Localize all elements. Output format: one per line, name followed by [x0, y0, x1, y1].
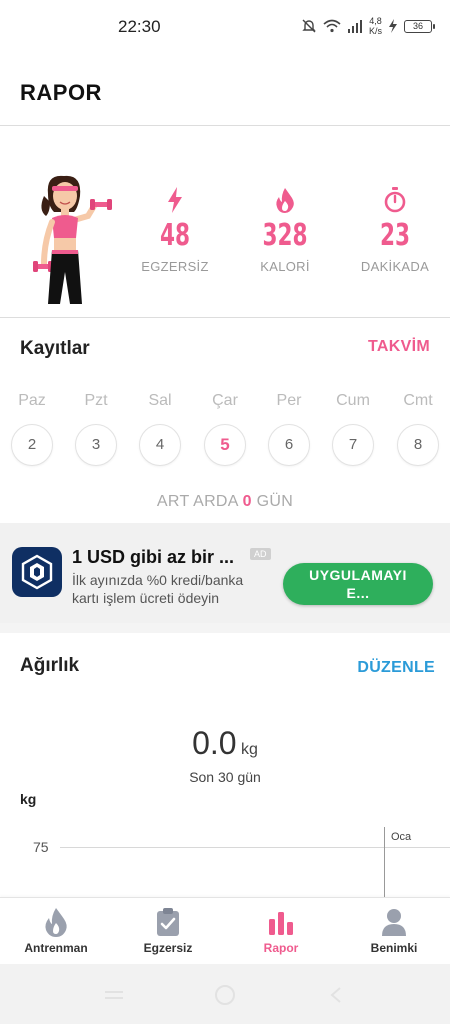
- home-icon[interactable]: [214, 984, 236, 1006]
- day-item[interactable]: Pzt 3: [74, 392, 118, 466]
- stat-calorie: 328 KALORİ: [235, 186, 335, 274]
- nav-label: Antrenman: [24, 941, 88, 955]
- bar-chart-icon: [269, 912, 293, 935]
- day-name: Pzt: [84, 392, 108, 409]
- signal-icon: [347, 20, 362, 33]
- streak-prefix: ART ARDA: [156, 493, 238, 510]
- streak-count: 0: [242, 493, 252, 510]
- fire-icon: [45, 908, 67, 937]
- wifi-icon: [323, 19, 341, 33]
- person-icon: [382, 909, 406, 936]
- nav-label: Rapor: [263, 941, 299, 955]
- edit-weight-button[interactable]: DÜZENLE: [357, 659, 435, 677]
- day-item[interactable]: Sal 4: [138, 392, 182, 466]
- day-name: Cum: [336, 392, 370, 409]
- weight-section: Ağırlık DÜZENLE 0.0 kg Son 30 gün kg 75 …: [0, 623, 450, 907]
- stat-calorie-label: KALORİ: [260, 259, 310, 274]
- streak-text: ART ARDA 0 GÜN: [0, 493, 450, 511]
- stat-calorie-value: 328: [262, 218, 308, 253]
- back-icon[interactable]: [328, 986, 344, 1004]
- day-item[interactable]: Per 6: [267, 392, 311, 466]
- day-name: Paz: [18, 392, 46, 409]
- speed-value: 4,8: [369, 16, 382, 26]
- chart-y-tick: 75: [33, 839, 49, 855]
- ad-install-button[interactable]: UYGULAMAYI E...: [283, 563, 433, 605]
- battery-icon: 36: [404, 19, 435, 33]
- nav-item-profile[interactable]: Benimki: [338, 906, 450, 955]
- status-icons: 4,8 K/s 36: [301, 16, 435, 36]
- stat-exercise-label: EGZERSİZ: [141, 259, 209, 274]
- bottom-navigation: Antrenman Egzersiz Rapor Benimki: [0, 897, 450, 964]
- status-bar: 22:30 4,8 K/s 36: [0, 0, 450, 56]
- nav-item-exercise[interactable]: Egzersiz: [112, 906, 224, 955]
- stat-minutes-value: 23: [379, 218, 411, 253]
- nav-label: Benimki: [370, 941, 418, 955]
- records-section: Kayıtlar TAKVİM Paz 2 Pzt 3 Sal 4 Çar 5 …: [0, 318, 450, 523]
- ad-headline[interactable]: 1 USD gibi az bir ...: [72, 547, 234, 568]
- nav-item-report[interactable]: Rapor: [225, 906, 337, 955]
- day-name: Çar: [212, 392, 238, 409]
- ad-banner[interactable]: 1 USD gibi az bir ... AD İlk ayınızda %0…: [0, 523, 450, 623]
- weight-unit: kg: [241, 741, 258, 758]
- status-time: 22:30: [118, 17, 161, 36]
- flame-icon: [276, 188, 294, 213]
- weight-value: 0.0: [192, 725, 237, 761]
- bell-off-icon: [302, 19, 316, 33]
- chart-y-unit: kg: [20, 791, 37, 807]
- menu-icon[interactable]: [103, 988, 125, 1002]
- day-circle[interactable]: 5: [204, 424, 246, 466]
- app-bar: RAPOR: [0, 56, 450, 126]
- day-circle[interactable]: 6: [268, 424, 310, 466]
- streak-suffix: GÜN: [256, 493, 294, 510]
- clipboard-icon: [157, 908, 179, 936]
- day-name: Cmt: [403, 392, 433, 409]
- ad-badge: AD: [250, 548, 271, 560]
- crypto-logo-icon: [21, 554, 53, 590]
- weight-period: Son 30 gün: [189, 769, 261, 785]
- chart-date-marker: [384, 827, 385, 907]
- stat-exercise-value: 48: [159, 218, 191, 253]
- nav-item-training[interactable]: Antrenman: [0, 906, 112, 955]
- day-circle[interactable]: 4: [139, 424, 181, 466]
- system-navigation-bar: [0, 964, 450, 1024]
- bolt-icon: [168, 187, 182, 213]
- day-item[interactable]: Cmt 8: [396, 392, 440, 466]
- stopwatch-icon: [384, 187, 406, 213]
- weight-title: Ağırlık: [20, 655, 80, 676]
- day-name: Per: [276, 392, 302, 409]
- battery-level: 36: [412, 20, 423, 31]
- charging-icon: [389, 19, 397, 33]
- records-title: Kayıtlar: [20, 338, 90, 359]
- nav-label: Egzersiz: [143, 941, 193, 955]
- fitness-girl-illustration: [33, 175, 112, 304]
- ad-description[interactable]: İlk ayınızda %0 kredi/banka kartı işlem …: [72, 571, 272, 607]
- day-circle[interactable]: 8: [397, 424, 439, 466]
- ad-app-logo[interactable]: [12, 547, 62, 597]
- ad-cta-line2: E...: [346, 585, 370, 601]
- day-circle[interactable]: 3: [75, 424, 117, 466]
- day-item[interactable]: Paz 2: [10, 392, 54, 466]
- stat-exercise: 48 EGZERSİZ: [125, 186, 225, 274]
- network-speed: 4,8 K/s: [369, 16, 382, 36]
- chart-x-label: Oca: [391, 831, 412, 843]
- day-item[interactable]: Cum 7: [331, 392, 375, 466]
- day-circle[interactable]: 2: [11, 424, 53, 466]
- day-name: Sal: [148, 392, 172, 409]
- speed-unit: K/s: [368, 26, 382, 36]
- ad-cta-line1: UYGULAMAYI: [309, 567, 407, 583]
- chart-gridline: [60, 847, 450, 848]
- day-circle[interactable]: 7: [332, 424, 374, 466]
- page-title: RAPOR: [20, 80, 102, 105]
- day-item-today[interactable]: Çar 5: [203, 392, 247, 466]
- calendar-button[interactable]: TAKVİM: [368, 338, 430, 356]
- stats-section: 48 EGZERSİZ 328 KALORİ 23 DAKİKADA: [0, 126, 450, 318]
- weight-value-display: 0.0 kg: [0, 725, 450, 762]
- stat-minutes: 23 DAKİKADA: [345, 186, 445, 274]
- stat-minutes-label: DAKİKADA: [360, 259, 430, 274]
